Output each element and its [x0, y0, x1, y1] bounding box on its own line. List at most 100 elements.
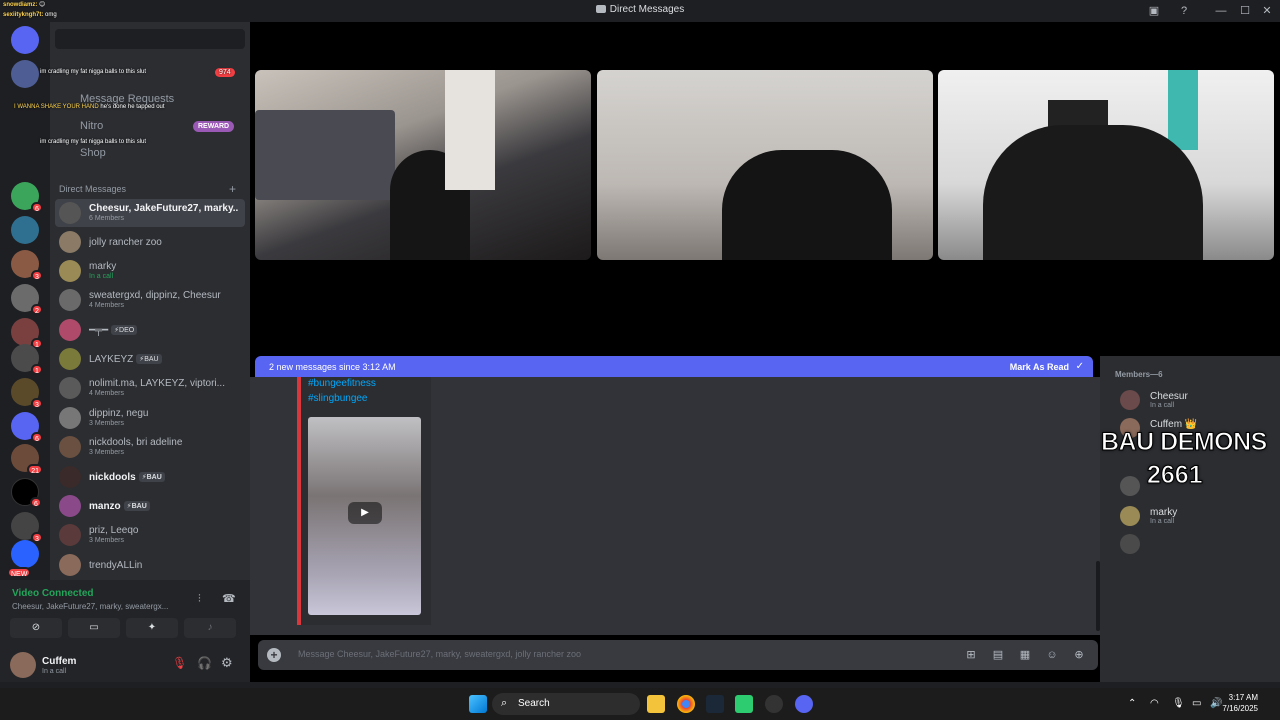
chrome-icon[interactable]	[677, 695, 695, 713]
mute-icon[interactable]: 🎙	[172, 656, 187, 670]
avatar	[59, 319, 81, 341]
server-icon[interactable]	[11, 216, 39, 244]
app-icon[interactable]	[735, 695, 753, 713]
dm-item[interactable]: priz, Leeqo 3 Members	[55, 521, 245, 549]
display-icon[interactable]: ▭	[1192, 698, 1201, 709]
video-tile[interactable]	[938, 70, 1274, 260]
volume-icon[interactable]: 🔊	[1210, 698, 1222, 709]
home-button[interactable]	[11, 26, 39, 54]
dm-item[interactable]: nickdools ⚡BAU	[55, 463, 245, 491]
app-icon[interactable]	[765, 695, 783, 713]
nav-nitro[interactable]: Nitro	[80, 120, 103, 132]
emoji-icon[interactable]: ☺	[1045, 648, 1059, 662]
avatar	[59, 202, 81, 224]
member-item[interactable]: marky In a call	[1120, 504, 1270, 528]
server-icon[interactable]: NEW	[7, 540, 39, 578]
hashtag-link[interactable]: #bungeefitness	[308, 378, 376, 389]
help-icon[interactable]: ?	[1176, 3, 1192, 19]
new-messages-banner[interactable]: 2 new messages since 3:12 AM Mark As Rea…	[255, 356, 1093, 377]
chevron-up-icon[interactable]: ⌃	[1128, 698, 1136, 709]
soundboard-button[interactable]: ♪	[184, 618, 236, 638]
start-button[interactable]	[469, 695, 487, 713]
avatar	[59, 466, 81, 488]
nitro-reward-badge: REWARD	[193, 121, 235, 132]
close-button[interactable]: ✕	[1259, 3, 1275, 19]
mic-icon[interactable]: 🎙	[1172, 698, 1185, 709]
server-icon[interactable]: 2	[11, 284, 43, 315]
message-input[interactable]: Message Cheesur, JakeFuture27, marky, sw…	[298, 649, 581, 659]
video-embed[interactable]: ▶	[308, 417, 421, 615]
video-off-button[interactable]: ⊘	[10, 618, 62, 638]
server-icon[interactable]: 6	[11, 182, 43, 213]
dm-item[interactable]: Cheesur, JakeFuture27, marky... 6 Member…	[55, 199, 245, 227]
server-icon[interactable]: 21	[11, 444, 43, 475]
stream-chat-line: I WANNA SHAKE YOUR HAND he's done he tap…	[14, 104, 165, 110]
dm-item[interactable]: ━╤━ ⚡DEO	[55, 316, 245, 344]
file-explorer-icon[interactable]	[647, 695, 665, 713]
hashtag-link[interactable]: #slingbungee	[308, 393, 368, 404]
server-icon[interactable]: 6	[11, 478, 42, 508]
inbox-icon[interactable]: ▣	[1146, 3, 1162, 19]
dm-item[interactable]: LAYKEYZ ⚡BAU	[55, 345, 245, 373]
taskbar-search[interactable]: ⌕ Search	[492, 693, 640, 715]
dm-item[interactable]: trendyALLin	[55, 551, 245, 579]
voice-channel-name[interactable]: Cheesur, JakeFuture27, marky, sweatergx.…	[12, 602, 187, 611]
dm-item[interactable]: nickdools, bri adeline 3 Members	[55, 433, 245, 461]
stream-overlay-title: BAU DEMONS	[1101, 428, 1268, 457]
maximize-button[interactable]: ☐	[1237, 3, 1253, 19]
discord-icon[interactable]	[795, 695, 813, 713]
disconnect-icon[interactable]: ☎	[222, 592, 236, 605]
avatar	[1120, 534, 1140, 554]
server-icon[interactable]: 1	[11, 344, 43, 375]
avatar	[1120, 476, 1140, 496]
dm-item[interactable]: sweatergxd, dippinz, Cheesur 4 Members	[55, 286, 245, 314]
mark-read-icon[interactable]: ✓	[1076, 361, 1084, 372]
noise-suppression-icon[interactable]: ⫶	[198, 593, 201, 606]
server-icon[interactable]	[11, 60, 39, 88]
find-conversation-input[interactable]	[55, 29, 245, 49]
message-list: #bungeefitness #slingbungee ▶	[250, 377, 1100, 635]
steam-icon[interactable]	[706, 695, 724, 713]
dm-item[interactable]: jolly rancher zoo	[55, 228, 245, 256]
avatar	[1120, 506, 1140, 526]
nav-shop[interactable]: Shop	[80, 147, 106, 159]
person-silhouette	[983, 125, 1203, 260]
server-icon[interactable]: 3	[11, 250, 43, 281]
dm-item[interactable]: manzo ⚡BAU	[55, 492, 245, 520]
dm-icon	[595, 5, 606, 13]
add-dm-icon[interactable]: +	[229, 182, 236, 196]
chat-badge: 974	[215, 68, 235, 77]
gear-icon[interactable]: ⚙	[221, 655, 233, 671]
mark-as-read-button[interactable]: Mark As Read	[1010, 362, 1069, 372]
avatar	[59, 495, 81, 517]
apps-icon[interactable]: ⊕	[1072, 648, 1086, 662]
gif-icon[interactable]: ▤	[991, 648, 1005, 662]
server-icon[interactable]: 3	[11, 512, 43, 543]
member-item[interactable]: Cheesur In a call	[1120, 388, 1270, 412]
server-icon[interactable]: 6	[11, 412, 43, 443]
clock[interactable]: 3:17 AM 7/16/2025	[1222, 692, 1258, 714]
video-tile[interactable]	[597, 70, 933, 260]
server-icon[interactable]: 1	[11, 318, 43, 349]
screen-share-button[interactable]: ▭	[68, 618, 120, 638]
minimize-button[interactable]: —	[1213, 3, 1229, 19]
member-item[interactable]	[1120, 532, 1270, 556]
network-icon[interactable]: ◠	[1150, 698, 1159, 709]
video-bg	[255, 110, 395, 200]
play-icon[interactable]: ▶	[348, 502, 382, 524]
dm-item[interactable]: nolimit.ma, LAYKEYZ, viptori... 4 Member…	[55, 374, 245, 402]
stream-chat-line: snowdiamz: 😊	[3, 2, 46, 8]
server-icon[interactable]: 3	[11, 378, 43, 409]
attach-button[interactable]: +	[267, 648, 281, 662]
activity-button[interactable]: ✦	[126, 618, 178, 638]
avatar	[59, 260, 81, 282]
dm-item[interactable]: marky In a call	[55, 257, 245, 285]
avatar	[59, 377, 81, 399]
sticker-icon[interactable]: ▦	[1018, 648, 1032, 662]
video-tile[interactable]	[255, 70, 591, 260]
person-silhouette	[722, 150, 892, 260]
avatar[interactable]	[10, 652, 36, 678]
gift-icon[interactable]: ⊞	[964, 648, 978, 662]
dm-item[interactable]: dippinz, negu 3 Members	[55, 404, 245, 432]
deafen-icon[interactable]: 🎧	[197, 656, 212, 670]
